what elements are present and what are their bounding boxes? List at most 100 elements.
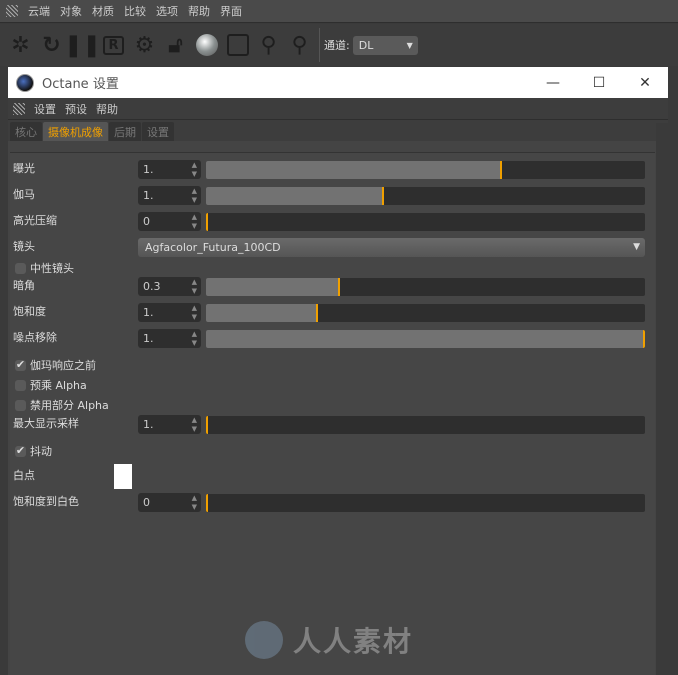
value-text: 1.: [143, 189, 154, 202]
setting-label: 伽马: [13, 188, 35, 201]
setting-gamma: 伽马 1. ▲ ▼: [10, 186, 655, 206]
tab-kernel[interactable]: 核心: [10, 122, 42, 141]
spinner-icon[interactable]: ▲ ▼: [192, 186, 197, 205]
menu-material[interactable]: 材质: [92, 3, 114, 19]
setting-saturation: 饱和度 1. ▲ ▼: [10, 303, 655, 323]
channel-dropdown[interactable]: DL ▼: [352, 35, 418, 55]
value-input[interactable]: 1. ▲ ▼: [138, 186, 201, 205]
chevron-down-icon: ▼: [633, 242, 640, 252]
menu-settings[interactable]: 设置: [34, 101, 56, 117]
menu-cloud[interactable]: 云端: [28, 3, 50, 19]
slider-handle[interactable]: [500, 161, 503, 179]
channel-label: 通道:: [324, 39, 350, 52]
m-pin-icon[interactable]: ⚲: [284, 30, 315, 61]
value-text: 0: [143, 496, 150, 509]
lens-dropdown[interactable]: Agfacolor_Futura_100CD ▼: [138, 238, 645, 257]
spinner-icon[interactable]: ▲ ▼: [192, 415, 197, 434]
close-button[interactable]: ✕: [622, 67, 668, 98]
slider[interactable]: [206, 494, 645, 512]
maximize-button[interactable]: ☐: [576, 67, 622, 98]
slider-handle[interactable]: [381, 187, 384, 205]
setting-label: 曝光: [13, 162, 35, 175]
checkbox-premultiply[interactable]: [15, 380, 26, 391]
slider[interactable]: [206, 416, 645, 434]
spinner-icon[interactable]: ▲ ▼: [192, 493, 197, 512]
setting-premultiply: 预乘 Alpha: [10, 377, 655, 397]
octane-settings-window: Octane 设置 — ☐ ✕ 设置 预设 帮助 核心 摄像机成像 后期 设置 …: [8, 67, 668, 675]
slider-fill: [206, 161, 501, 179]
slider-handle[interactable]: [206, 213, 208, 231]
menu-interface[interactable]: 界面: [220, 3, 242, 19]
slider[interactable]: [206, 330, 645, 348]
setting-label: 暗角: [13, 279, 35, 292]
menu-options[interactable]: 选项: [156, 3, 178, 19]
setting-label: 饱和度: [13, 305, 46, 318]
setting-disable-partial: 禁用部分 Alpha: [10, 397, 655, 417]
start-render-icon[interactable]: ✲: [5, 30, 36, 61]
tab-settings[interactable]: 设置: [142, 122, 174, 141]
slider-handle[interactable]: [315, 304, 318, 322]
menu-compare[interactable]: 比较: [124, 3, 146, 19]
setting-white-point: 白点: [10, 464, 655, 489]
unlock-icon[interactable]: 🔓︎: [160, 30, 191, 61]
checkbox-neutral[interactable]: [15, 263, 26, 274]
slider[interactable]: [206, 161, 645, 179]
slider-fill: [206, 187, 382, 205]
value-input[interactable]: 0 ▲ ▼: [138, 212, 201, 231]
spinner-icon[interactable]: ▲ ▼: [192, 303, 197, 322]
white-point-swatch[interactable]: [114, 464, 132, 489]
minimize-button[interactable]: —: [530, 67, 576, 98]
grip-icon: [13, 102, 25, 115]
setting-max-samples: 最大显示采样 1. ▲ ▼: [10, 415, 655, 435]
slider[interactable]: [206, 213, 645, 231]
restart-icon[interactable]: ↻: [36, 30, 67, 61]
slider-handle[interactable]: [206, 494, 208, 512]
value-input[interactable]: 1. ▲ ▼: [138, 303, 201, 322]
pause-icon[interactable]: ❚❚: [64, 30, 101, 61]
setting-label: 白点: [13, 469, 35, 482]
octane-logo-icon: [16, 73, 34, 92]
value-input[interactable]: 1. ▲ ▼: [138, 329, 201, 348]
setting-label: 最大显示采样: [13, 417, 79, 430]
material-sphere-icon[interactable]: [191, 30, 222, 61]
slider-fill: [206, 278, 338, 296]
checkbox-label: 伽玛响应之前: [30, 359, 96, 372]
gear-icon[interactable]: ⚙: [129, 30, 160, 61]
checkbox-gamma_before[interactable]: ✔: [15, 359, 26, 371]
spinner-icon[interactable]: ▲ ▼: [192, 160, 197, 179]
value-text: 1.: [143, 163, 154, 176]
value-input[interactable]: 0 ▲ ▼: [138, 493, 201, 512]
checkbox-label: 中性镜头: [30, 262, 74, 275]
value-text: 1.: [143, 306, 154, 319]
menu-help[interactable]: 帮助: [96, 101, 118, 117]
f-pin-icon[interactable]: ⚲: [253, 30, 284, 61]
slider[interactable]: [206, 187, 645, 205]
spinner-icon[interactable]: ▲ ▼: [192, 212, 197, 231]
tab-camera-imager[interactable]: 摄像机成像: [43, 122, 108, 141]
slider-handle[interactable]: [337, 278, 340, 296]
watermark-text: 人人素材: [293, 625, 414, 658]
slider[interactable]: [206, 304, 645, 322]
setting-vignetting: 暗角 0.3 ▲ ▼: [10, 277, 655, 297]
menu-object[interactable]: 对象: [60, 3, 82, 19]
checkbox-disable_partial[interactable]: [15, 400, 26, 411]
menu-presets[interactable]: 预设: [65, 101, 87, 117]
scrollbar[interactable]: [656, 123, 668, 675]
setting-label: 高光压缩: [13, 214, 57, 227]
value-input[interactable]: 1. ▲ ▼: [138, 415, 201, 434]
menu-help[interactable]: 帮助: [188, 3, 210, 19]
value-input[interactable]: 1. ▲ ▼: [138, 160, 201, 179]
slider-handle[interactable]: [206, 416, 208, 434]
slider-handle[interactable]: [643, 330, 645, 348]
tab-post[interactable]: 后期: [109, 122, 141, 141]
slider[interactable]: [206, 278, 645, 296]
r-icon[interactable]: R: [98, 30, 129, 61]
setting-highlight: 高光压缩 0 ▲ ▼: [10, 212, 655, 232]
checkbox-dither[interactable]: ✔: [15, 445, 26, 457]
spinner-icon[interactable]: ▲ ▼: [192, 277, 197, 296]
value-input[interactable]: 0.3 ▲ ▼: [138, 277, 201, 296]
toolbar: ✲ ↻ ❚❚ R ⚙ 🔓︎ ⚲ ⚲ 通道: DL ▼: [0, 24, 678, 66]
main-menubar: 云端 对象 材质 比较 选项 帮助 界面: [0, 0, 678, 23]
spinner-icon[interactable]: ▲ ▼: [192, 329, 197, 348]
region-icon[interactable]: [222, 30, 253, 61]
